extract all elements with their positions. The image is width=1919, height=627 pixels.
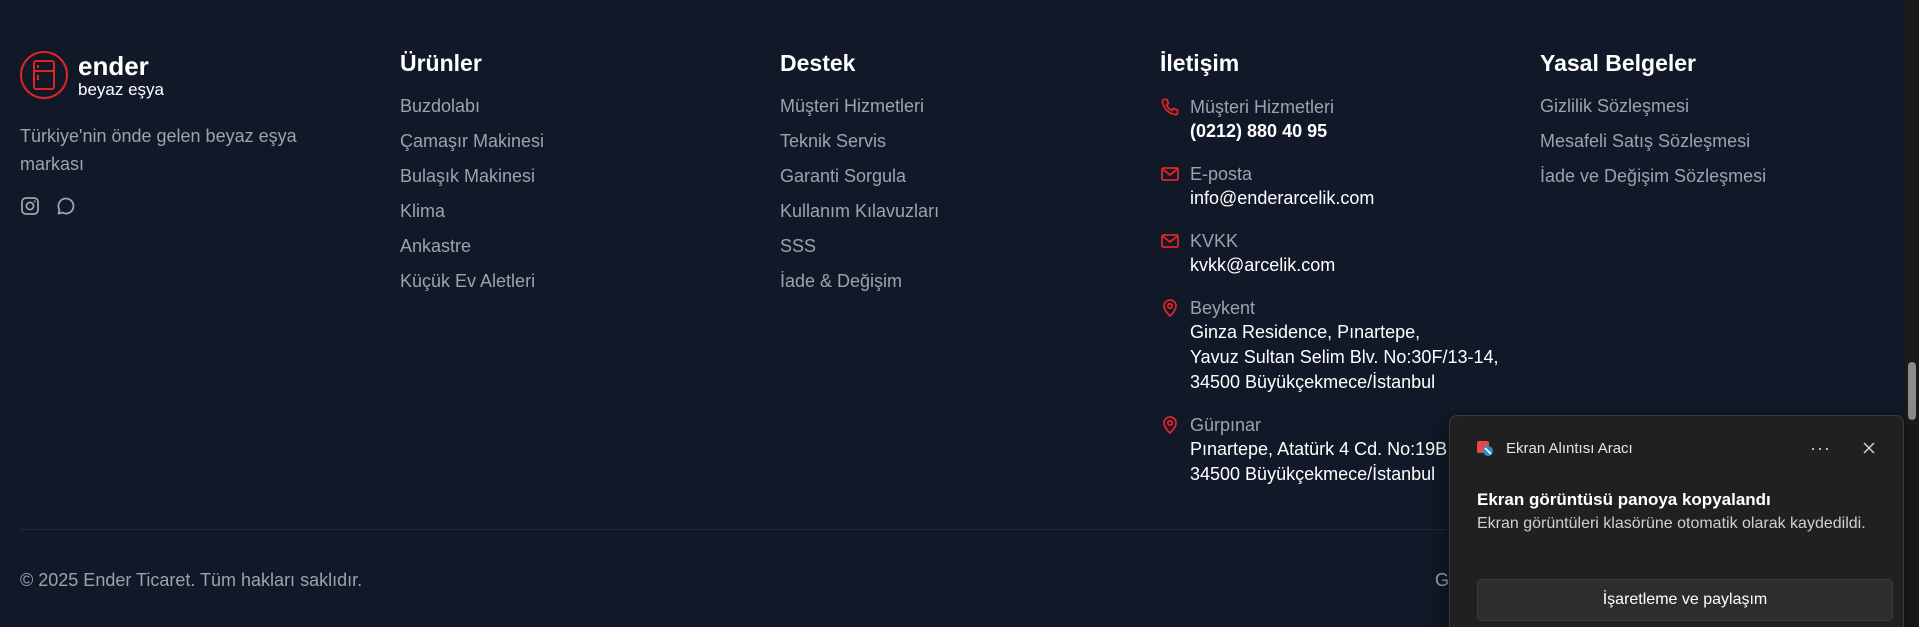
products-link-klima[interactable]: Klima <box>400 200 544 235</box>
products-column: Ürünler Buzdolabı Çamaşır Makinesi Bulaş… <box>400 50 544 305</box>
contact-phone-label: Müşteri Hizmetleri <box>1190 97 1335 117</box>
contact-kvkk-value[interactable]: kvkk@arcelik.com <box>1190 253 1335 278</box>
snip-notification[interactable]: Ekran Alıntısı Aracı ··· Ekran görüntüsü… <box>1449 415 1904 627</box>
products-link-kucuk-ev[interactable]: Küçük Ev Aletleri <box>400 270 544 305</box>
location-pin-icon <box>1160 413 1190 487</box>
brand-logo[interactable]: ender beyaz eşya <box>20 50 350 100</box>
instagram-icon[interactable] <box>20 196 40 216</box>
notification-text: Ekran görüntüleri klasörüne otomatik ola… <box>1477 515 1866 532</box>
contact-beykent-line-2: Yavuz Sultan Selim Blv. No:30F/13-14, <box>1190 347 1499 367</box>
support-link-kilavuz[interactable]: Kullanım Kılavuzları <box>780 200 939 235</box>
support-link-musteri[interactable]: Müşteri Hizmetleri <box>780 95 939 130</box>
phone-icon <box>1160 95 1190 144</box>
page-scrollbar[interactable] <box>1905 0 1919 627</box>
chat-icon[interactable] <box>56 196 76 216</box>
legal-heading: Yasal Belgeler <box>1540 50 1696 76</box>
support-link-iade[interactable]: İade & Değişim <box>780 270 939 305</box>
mail-icon <box>1160 162 1190 211</box>
legal-list: Gizlilik Sözleşmesi Mesafeli Satış Sözle… <box>1540 95 1766 200</box>
products-list: Buzdolabı Çamaşır Makinesi Bulaşık Makin… <box>400 95 544 305</box>
legal-column: Yasal Belgeler Gizlilik Sözleşmesi Mesaf… <box>1540 50 1766 200</box>
location-pin-icon <box>1160 296 1190 395</box>
support-heading: Destek <box>780 50 856 76</box>
contact-gurpinar-line-1: Pınartepe, Atatürk 4 Cd. No:19B <box>1190 439 1448 459</box>
brand-tagline: Türkiye'nin önde gelen beyaz eşya markas… <box>20 126 297 174</box>
social-links <box>20 196 350 216</box>
contact-kvkk: KVKK kvkk@arcelik.com <box>1160 229 1520 278</box>
support-link-teknik[interactable]: Teknik Servis <box>780 130 939 165</box>
notification-header: Ekran Alıntısı Aracı ··· <box>1450 416 1903 480</box>
contact-beykent-line-3: 34500 Büyükçekmece/İstanbul <box>1190 372 1436 392</box>
contact-beykent-label: Beykent <box>1190 298 1256 318</box>
mail-icon <box>1160 229 1190 278</box>
support-list: Müşteri Hizmetleri Teknik Servis Garanti… <box>780 95 939 305</box>
support-column: Destek Müşteri Hizmetleri Teknik Servis … <box>780 50 939 305</box>
contact-beykent: Beykent Ginza Residence, Pınartepe, Yavu… <box>1160 296 1520 395</box>
close-icon[interactable] <box>1861 440 1877 456</box>
support-link-sss[interactable]: SSS <box>780 235 939 270</box>
copyright-text: © 2025 Ender Ticaret. Tüm hakları saklıd… <box>20 570 363 590</box>
notification-body: Ekran görüntüsü panoya kopyalandı Ekran … <box>1450 480 1903 536</box>
markup-share-button[interactable]: İşaretleme ve paylaşım <box>1477 579 1893 621</box>
legal-link-gizlilik[interactable]: Gizlilik Sözleşmesi <box>1540 95 1766 130</box>
products-heading: Ürünler <box>400 50 482 76</box>
contact-email-label: E-posta <box>1190 164 1253 184</box>
notification-title: Ekran görüntüsü panoya kopyalandı <box>1477 490 1771 509</box>
contact-phone-value[interactable]: (0212) 880 40 95 <box>1190 119 1334 144</box>
legal-link-mesafeli[interactable]: Mesafeli Satış Sözleşmesi <box>1540 130 1766 165</box>
scrollbar-thumb[interactable] <box>1908 362 1916 420</box>
brand-column: ender beyaz eşya Türkiye'nin önde gelen … <box>20 50 350 216</box>
bottom-link-partial[interactable]: G <box>1435 570 1449 591</box>
contact-beykent-line-1: Ginza Residence, Pınartepe, <box>1190 322 1421 342</box>
contact-gurpinar-line-2: 34500 Büyükçekmece/İstanbul <box>1190 464 1436 484</box>
brand-name: ender <box>78 50 149 81</box>
support-link-garanti[interactable]: Garanti Sorgula <box>780 165 939 200</box>
notification-app-name: Ekran Alıntısı Aracı <box>1506 439 1633 457</box>
products-link-camasir[interactable]: Çamaşır Makinesi <box>400 130 544 165</box>
contact-phone: Müşteri Hizmetleri (0212) 880 40 95 <box>1160 95 1520 144</box>
products-link-buzdolabi[interactable]: Buzdolabı <box>400 95 544 130</box>
products-link-bulasik[interactable]: Bulaşık Makinesi <box>400 165 544 200</box>
contact-heading: İletişim <box>1160 50 1240 76</box>
products-link-ankastre[interactable]: Ankastre <box>400 235 544 270</box>
refrigerator-logo-icon <box>20 51 68 99</box>
contact-gurpinar-label: Gürpınar <box>1190 415 1262 435</box>
brand-subtitle: beyaz eşya <box>78 79 164 99</box>
contact-email: E-posta info@enderarcelik.com <box>1160 162 1520 211</box>
snipping-tool-icon <box>1476 439 1494 457</box>
contact-email-value[interactable]: info@enderarcelik.com <box>1190 186 1374 211</box>
contact-kvkk-label: KVKK <box>1190 231 1239 251</box>
legal-link-iade[interactable]: İade ve Değişim Sözleşmesi <box>1540 165 1766 200</box>
more-options-icon[interactable]: ··· <box>1810 438 1831 459</box>
